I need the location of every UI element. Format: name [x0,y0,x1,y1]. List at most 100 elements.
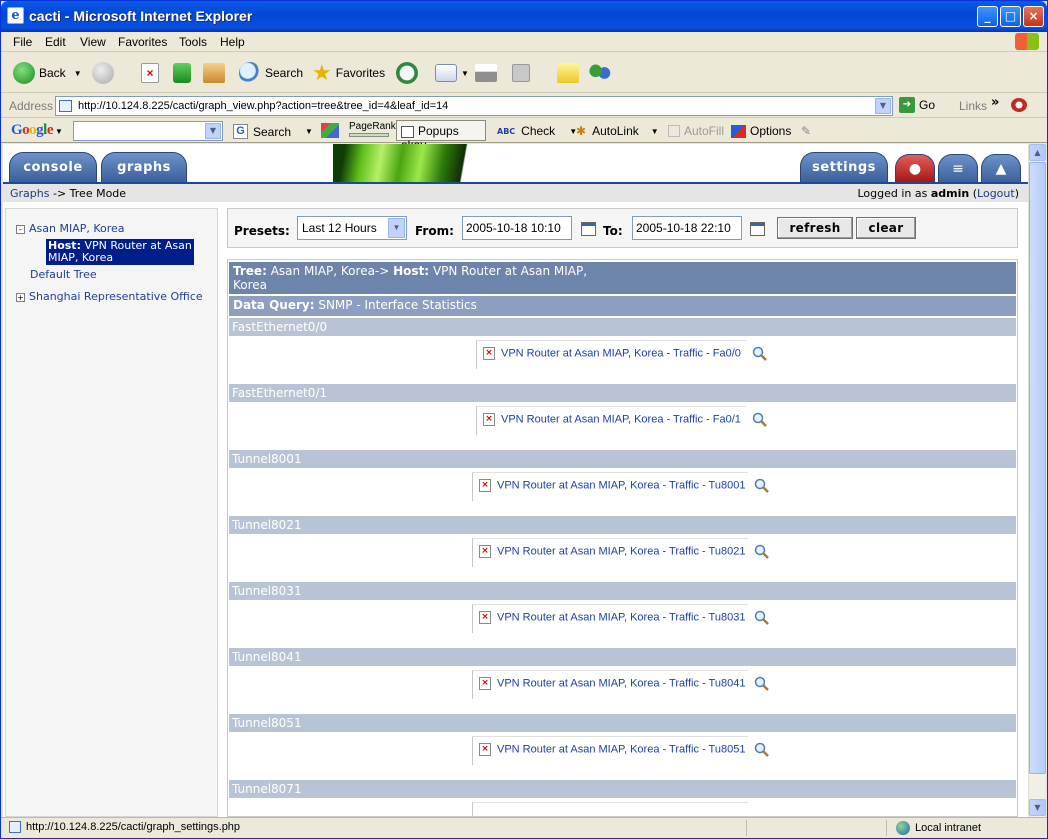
zoom-magnifier-icon[interactable] [754,610,770,626]
presets-select[interactable]: Last 12 Hours ▼ [297,216,407,240]
forward-button[interactable] [92,62,118,84]
zoom-magnifier-icon[interactable] [752,412,768,428]
messenger-notes-button[interactable] [557,62,583,84]
window-title: cacti - Microsoft Internet Explorer [29,8,253,24]
pagerank-indicator[interactable]: PageRank [349,121,396,137]
menu-help[interactable]: Help [220,35,245,49]
google-search-input[interactable]: ▼ [73,121,223,141]
addon-icon[interactable] [1011,98,1027,112]
tree-view-icon[interactable]: ● [895,154,935,182]
vertical-scrollbar[interactable]: ▲ ▼ [1028,144,1046,817]
close-button[interactable]: × [1023,6,1044,27]
graph-link[interactable]: × VPN Router at Asan MIAP, Korea - Traffi… [472,736,748,765]
zoom-magnifier-icon[interactable] [754,742,770,758]
graph-link[interactable] [472,802,748,816]
menu-favorites[interactable]: Favorites [118,35,167,49]
autolink-button[interactable]: ✱ AutoLink ▼ [576,124,659,138]
section-header: Tunnel8031 [229,582,1016,600]
google-logo[interactable]: Google ▼ [11,122,63,139]
forward-arrow-icon [92,62,114,84]
scroll-up-icon[interactable]: ▲ [1029,144,1046,161]
scroll-thumb[interactable] [1029,162,1046,774]
stop-button[interactable]: × [141,62,163,84]
scroll-down-icon[interactable]: ▼ [1029,799,1046,816]
favorites-button[interactable]: ★ Favorites [312,60,385,85]
tab-graphs[interactable]: graphs [101,152,187,182]
popup-blocker-button[interactable]: Popups okay [396,120,486,152]
back-arrow-icon [13,62,35,84]
from-date-input[interactable]: 2005-10-18 10:10 [462,216,572,240]
graph-link[interactable]: × VPN Router at Asan MIAP, Korea - Traffi… [472,670,748,699]
tree-node-selected-host[interactable]: Host: VPN Router at Asan MIAP, Korea [46,239,194,265]
chevron-right-icon[interactable]: » [991,95,999,110]
clear-button[interactable]: clear [856,217,916,239]
address-input[interactable]: http://10.124.8.225/cacti/graph_view.php… [55,96,893,116]
address-dropdown-icon[interactable]: ▼ [875,98,891,114]
tree-node-default-tree[interactable]: Default Tree [30,268,97,281]
graph-link[interactable]: × VPN Router at Asan MIAP, Korea - Traffi… [472,472,748,501]
google-dropdown-icon[interactable]: ▼ [205,123,221,139]
to-date-input[interactable]: 2005-10-18 22:10 [632,216,742,240]
history-button[interactable] [396,62,422,84]
status-divider [746,820,747,836]
spell-check-button[interactable]: ABC Check ▼ [497,124,577,138]
presets-label: Presets: [234,224,290,238]
search-button[interactable]: Search [239,62,303,84]
graph-title: VPN Router at Asan MIAP, Korea - Traffic… [497,611,746,624]
google-g-icon: G [233,124,248,139]
wand-icon: ✱ [576,124,587,138]
address-label: Address [9,99,54,113]
logout-link[interactable]: Logout [977,187,1015,200]
star-icon: ★ [312,60,332,85]
graph-link[interactable]: × VPN Router at Asan MIAP, Korea - Traffi… [472,604,748,633]
to-calendar-icon[interactable] [750,222,765,236]
minimize-button[interactable]: _ [977,6,998,27]
tree-node-asan[interactable]: - Asan MIAP, Korea [16,222,125,235]
from-calendar-icon[interactable] [581,222,596,236]
menu-view[interactable]: View [80,35,106,49]
zoom-magnifier-icon[interactable] [752,346,768,362]
tab-console[interactable]: console [9,152,97,182]
expand-icon[interactable]: + [16,292,25,302]
options-button[interactable]: Options [731,124,791,138]
menu-edit[interactable]: Edit [45,35,66,49]
graph-title: VPN Router at Asan MIAP, Korea - Traffic… [497,479,746,492]
messenger-button[interactable] [589,62,615,84]
zoom-magnifier-icon[interactable] [754,544,770,560]
refresh-button[interactable] [173,62,195,84]
edit-button[interactable] [512,62,534,84]
print-button[interactable] [475,62,501,84]
standard-toolbar: Back ▼ × Search ★ Favorites ▼ [1,53,1047,93]
maximize-button[interactable]: □ [1000,6,1021,27]
news-icon[interactable] [321,123,339,138]
go-button[interactable]: ➔ Go [899,97,935,113]
tab-settings[interactable]: settings [800,152,888,182]
status-divider [886,820,887,836]
highlighter-icon[interactable]: ✎ [801,124,811,138]
collapse-icon[interactable]: - [16,224,25,234]
broken-image-icon: × [479,611,491,624]
autofill-button[interactable]: AutoFill [668,124,724,138]
home-button[interactable] [203,62,229,84]
graph-link[interactable]: × VPN Router at Asan MIAP, Korea - Traffi… [476,406,746,435]
zoom-magnifier-icon[interactable] [754,676,770,692]
zoom-magnifier-icon[interactable] [754,478,770,494]
cacti-banner: console graphs settings ● ≡ ▲ [3,144,1028,182]
google-search-button[interactable]: G Search ▼ [233,124,313,139]
graph-link[interactable]: × VPN Router at Asan MIAP, Korea - Traffi… [476,340,746,369]
preview-view-icon[interactable]: ▲ [981,154,1021,182]
breadcrumb-graphs-link[interactable]: Graphs [10,187,49,200]
mail-button[interactable]: ▼ [435,62,469,84]
menu-file[interactable]: File [13,35,32,49]
list-view-icon[interactable]: ≡ [938,154,978,182]
links-button[interactable]: Links [959,99,987,113]
tree-host-header: Tree: Asan MIAP, Korea-> Host: VPN Route… [229,262,1016,294]
menu-tools[interactable]: Tools [179,35,207,49]
presets-dropdown-icon: ▼ [388,218,405,238]
refresh-button[interactable]: refresh [777,217,853,239]
back-button[interactable]: Back ▼ [13,62,82,84]
options-icon [731,124,746,138]
status-bar: http://10.124.8.225/cacti/graph_settings… [1,817,1047,838]
tree-node-shanghai[interactable]: + Shanghai Representative Office [16,290,203,303]
graph-link[interactable]: × VPN Router at Asan MIAP, Korea - Traffi… [472,538,748,567]
